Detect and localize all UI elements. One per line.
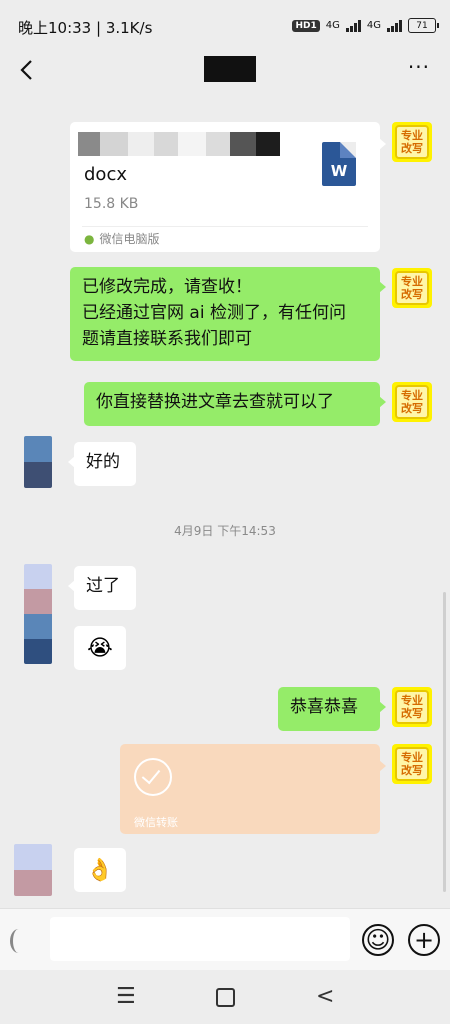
message-bubble-self[interactable]: 已修改完成，请查收！ 已经通过官网 ai 检测了，有任何问 题请直接联系我们即可 bbox=[70, 267, 386, 361]
message-text: 好的 bbox=[86, 452, 120, 472]
self-avatar[interactable]: 专业 改写 bbox=[392, 122, 432, 162]
system-navigation-bar: ☰ < bbox=[0, 970, 450, 1024]
transfer-label: 微信转账 bbox=[134, 816, 178, 829]
ok-hand-icon: 👌 bbox=[86, 857, 114, 883]
message-line: 已经通过官网 ai 检测了，有任何问 bbox=[82, 303, 346, 323]
redacted-block bbox=[178, 132, 206, 156]
status-bar: 晚上10:33 | 3.1K/s HD1 4G 4G 71 bbox=[0, 0, 450, 48]
file-size: 15.8 KB bbox=[84, 196, 139, 212]
message-bubble-self[interactable]: 恭喜恭喜 bbox=[278, 687, 386, 731]
scrollbar[interactable] bbox=[443, 592, 446, 892]
status-time-speed: 晚上10:33 | 3.1K/s bbox=[18, 19, 153, 37]
word-document-icon: W bbox=[322, 142, 356, 186]
self-avatar[interactable]: 专业 改写 bbox=[392, 268, 432, 308]
chat-header: ··· bbox=[0, 48, 450, 92]
status-speed: 3.1K/s bbox=[105, 19, 153, 37]
input-bar: ☺ + bbox=[0, 908, 450, 971]
message-input[interactable] bbox=[50, 917, 350, 961]
redacted-block bbox=[230, 132, 256, 156]
wechat-icon: ● bbox=[84, 231, 95, 246]
chat-title-redacted bbox=[204, 56, 256, 82]
battery-icon: 71 bbox=[408, 18, 439, 33]
peer-avatar[interactable] bbox=[24, 564, 52, 664]
chevron-left-icon[interactable] bbox=[14, 56, 42, 84]
message-bubble-peer[interactable]: 过了 bbox=[68, 566, 136, 610]
voice-input-icon[interactable] bbox=[10, 929, 27, 953]
emoji-bubble-peer[interactable]: 😭 bbox=[74, 626, 126, 670]
file-source-label: 微信电脑版 bbox=[99, 232, 160, 246]
status-icons: HD1 4G 4G 71 bbox=[292, 18, 439, 33]
message-bubble-peer[interactable]: 好的 bbox=[68, 442, 136, 486]
money-transfer-card[interactable]: 微信转账 bbox=[120, 744, 386, 834]
message-bubble-self[interactable]: 你直接替换进文章去查就可以了 bbox=[84, 382, 386, 426]
redacted-block bbox=[128, 132, 154, 156]
divider bbox=[82, 226, 368, 227]
message-text: 过了 bbox=[86, 576, 120, 596]
self-avatar[interactable]: 专业 改写 bbox=[392, 687, 432, 727]
file-extension: docx bbox=[84, 164, 127, 185]
crying-face-icon: 😭 bbox=[87, 635, 113, 661]
emoji-button[interactable]: ☺ bbox=[362, 924, 394, 956]
network-label-2: 4G bbox=[366, 20, 381, 31]
self-avatar[interactable]: 专业 改写 bbox=[392, 744, 432, 784]
self-avatar[interactable]: 专业 改写 bbox=[392, 382, 432, 422]
back-icon[interactable]: < bbox=[316, 984, 334, 1009]
peer-avatar[interactable] bbox=[24, 436, 52, 488]
emoji-bubble-peer[interactable]: 👌 bbox=[74, 848, 126, 892]
file-source: ● 微信电脑版 bbox=[84, 230, 160, 247]
file-message-card[interactable]: docx 15.8 KB W ● 微信电脑版 bbox=[70, 122, 386, 252]
hd-badge: HD1 bbox=[292, 19, 320, 32]
peer-avatar[interactable] bbox=[14, 844, 52, 896]
plus-button[interactable]: + bbox=[408, 924, 440, 956]
redacted-block bbox=[206, 132, 230, 156]
message-text: 你直接替换进文章去查就可以了 bbox=[96, 392, 334, 412]
home-icon[interactable] bbox=[216, 988, 235, 1007]
redacted-block bbox=[100, 132, 128, 156]
signal-icon bbox=[345, 19, 361, 32]
check-circle-icon bbox=[134, 758, 172, 796]
status-time: 晚上10:33 bbox=[18, 19, 92, 37]
message-list[interactable]: docx 15.8 KB W ● 微信电脑版 专业 改写 已修改完成，请查收！ 已… bbox=[0, 92, 450, 908]
redacted-block bbox=[78, 132, 100, 156]
menu-icon[interactable]: ☰ bbox=[116, 984, 136, 1009]
redacted-block bbox=[154, 132, 178, 156]
more-options-button[interactable]: ··· bbox=[408, 57, 430, 77]
signal-icon-2 bbox=[387, 19, 402, 32]
message-text: 恭喜恭喜 bbox=[290, 697, 358, 717]
network-label-1: 4G bbox=[325, 20, 340, 31]
message-line: 题请直接联系我们即可 bbox=[82, 329, 252, 349]
message-line: 已修改完成，请查收！ bbox=[82, 277, 252, 297]
redacted-block bbox=[256, 132, 280, 156]
message-timestamp: 4月9日 下午14:53 bbox=[174, 524, 276, 538]
